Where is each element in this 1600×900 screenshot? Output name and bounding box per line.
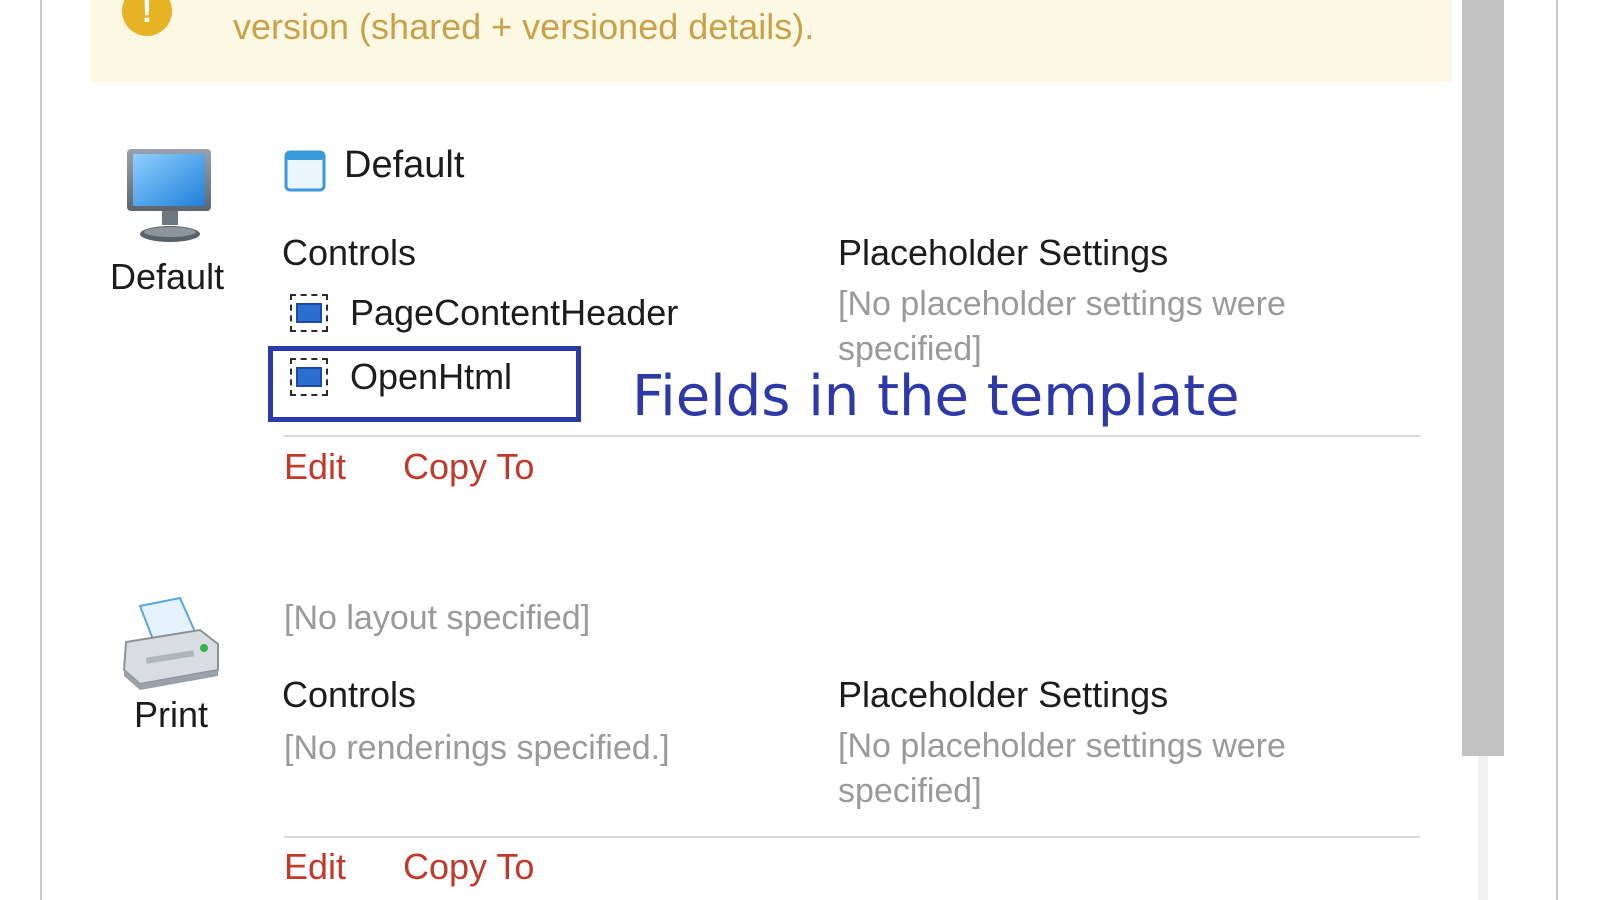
scrollbar-thumb[interactable]: [1462, 0, 1504, 756]
device-label-print: Print: [134, 694, 209, 735]
placeholder-settings-text: [No placeholder settings were specified]: [838, 285, 1286, 368]
edit-link[interactable]: Edit: [284, 846, 346, 888]
divider: [284, 435, 1420, 437]
copy-to-link[interactable]: Copy To: [403, 446, 534, 488]
rendering-icon: [290, 294, 328, 332]
window-left-border: [40, 0, 42, 900]
controls-heading: Controls: [282, 674, 417, 715]
annotation-highlight-box: [268, 346, 581, 422]
placeholder-settings-heading: Placeholder Settings: [838, 232, 1169, 273]
layout-name[interactable]: Default: [344, 144, 464, 187]
control-label: PageContentHeader: [350, 292, 679, 333]
no-renderings-text: [No renderings specified.]: [284, 729, 670, 767]
printer-icon: [118, 596, 222, 692]
warning-text: version (shared + versioned details).: [233, 6, 815, 47]
controls-heading: Controls: [282, 232, 417, 273]
divider: [284, 836, 1420, 838]
placeholder-settings-text: [No placeholder settings were specified]: [838, 727, 1286, 810]
layout-window-icon: [284, 150, 326, 192]
no-layout-text: [No layout specified]: [284, 599, 591, 637]
window-right-border: [1556, 0, 1558, 900]
copy-to-link[interactable]: Copy To: [403, 846, 534, 888]
edit-link[interactable]: Edit: [284, 446, 346, 488]
placeholder-settings-heading: Placeholder Settings: [838, 674, 1169, 715]
monitor-icon: [124, 146, 216, 244]
annotation-text: Fields in the template: [632, 364, 1240, 429]
control-item[interactable]: PageContentHeader: [290, 290, 678, 336]
device-label-default: Default: [110, 256, 225, 297]
